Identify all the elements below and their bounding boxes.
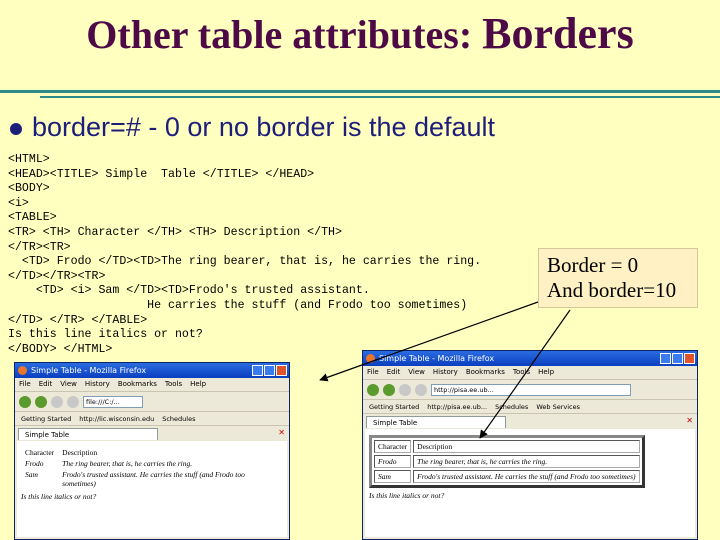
window-titlebar: Simple Table - Mozilla Firefox — [363, 351, 697, 366]
address-bar[interactable]: http://pisa.ee.ub... — [431, 383, 631, 396]
table-row: Frodo The ring bearer, that is, he carri… — [374, 455, 640, 468]
menu-edit[interactable]: Edit — [39, 380, 53, 388]
menu-bar: File Edit View History Bookmarks Tools Help — [15, 378, 289, 391]
menu-bookmarks[interactable]: Bookmarks — [118, 380, 157, 388]
note-line-1: Border = 0 — [547, 253, 639, 277]
table-cell: Frodo's trusted assistant. He carries th… — [62, 470, 245, 488]
slide-title: Other table attributes: Borders — [0, 8, 720, 59]
note-line-2: And border=10 — [547, 278, 677, 302]
table-row: Sam Frodo's trusted assistant. He carrie… — [21, 469, 283, 489]
maximize-button[interactable] — [672, 353, 683, 364]
address-bar[interactable]: file:///C:/... — [83, 395, 143, 408]
browser-window-border-0: Simple Table - Mozilla Firefox File Edit V… — [14, 362, 290, 540]
tab-label: Simple Table — [25, 431, 70, 439]
menu-file[interactable]: File — [367, 368, 379, 376]
table-header: Description — [413, 440, 640, 453]
back-button-icon[interactable] — [19, 395, 31, 408]
bookmark-item[interactable]: Schedules — [495, 403, 528, 411]
table-row: Character Description — [21, 447, 283, 458]
close-button[interactable] — [276, 365, 287, 376]
table-row: Sam Frodo's trusted assistant. He carrie… — [374, 470, 640, 483]
menu-history[interactable]: History — [85, 380, 110, 388]
menu-view[interactable]: View — [408, 368, 425, 376]
browser-window-border-10: Simple Table - Mozilla Firefox File Edit V… — [362, 350, 698, 540]
close-button[interactable] — [684, 353, 695, 364]
table-cell: Frodo's trusted assistant. He carries th… — [413, 470, 640, 483]
bookmark-item[interactable]: Getting Started — [369, 403, 419, 411]
bullet-text: 0 or no border is the default — [164, 112, 496, 142]
bookmark-item[interactable]: http://lic.wisconsin.edu — [79, 415, 154, 423]
forward-button-icon[interactable] — [383, 383, 395, 396]
title-rule-secondary — [40, 96, 720, 98]
menu-bookmarks[interactable]: Bookmarks — [466, 368, 505, 376]
bookmark-item[interactable]: http://pisa.ee.ub... — [427, 403, 487, 411]
menu-help[interactable]: Help — [538, 368, 554, 376]
table-cell: Frodo — [374, 455, 412, 468]
page-content: Character Description Frodo The ring bea… — [17, 441, 287, 537]
menu-view[interactable]: View — [60, 380, 77, 388]
table-cell: Sam — [25, 470, 38, 479]
title-rule — [0, 90, 720, 93]
table-cell: Frodo — [25, 459, 44, 468]
page-content: Character Description Frodo The ring bea… — [365, 429, 695, 537]
bookmark-item[interactable]: Getting Started — [21, 415, 71, 423]
tab-label: Simple Table — [373, 419, 418, 427]
table-header: Character — [25, 448, 55, 457]
slide-title-tail: Borders — [482, 9, 634, 58]
rendered-table-no-border: Character Description Frodo The ring bea… — [21, 447, 283, 489]
table-row: Character Description — [374, 440, 640, 453]
table-header: Description — [62, 448, 98, 457]
table-cell: The ring bearer, that is, he carries the… — [413, 455, 640, 468]
menu-tools[interactable]: Tools — [513, 368, 530, 376]
html-code-listing: <HTML> <HEAD><TITLE> Simple Table </TITL… — [8, 153, 482, 356]
menu-history[interactable]: History — [433, 368, 458, 376]
window-titlebar: Simple Table - Mozilla Firefox — [15, 363, 289, 378]
window-title: Simple Table - Mozilla Firefox — [379, 354, 495, 363]
bullet-code: border=# — [32, 112, 141, 142]
after-table-text: Is this line italics or not? — [369, 491, 445, 500]
minimize-button[interactable] — [660, 353, 671, 364]
bullet-dot-icon — [10, 122, 22, 135]
menu-help[interactable]: Help — [190, 380, 206, 388]
reload-button-icon[interactable] — [399, 383, 411, 396]
bookmarks-toolbar: Getting Started http://pisa.ee.ub... Sched… — [363, 399, 697, 413]
tab-simple-table[interactable]: Simple Table — [366, 416, 506, 428]
navigation-toolbar: file:///C:/... — [15, 391, 289, 411]
firefox-icon — [366, 354, 375, 363]
menu-bar: File Edit View History Bookmarks Tools Help — [363, 366, 697, 379]
table-cell: The ring bearer, that is, he carries the… — [62, 459, 193, 468]
table-cell: Sam — [374, 470, 412, 483]
after-table-text: Is this line italics or not? — [21, 492, 97, 501]
bookmark-item[interactable]: Web Services — [536, 403, 580, 411]
reload-button-icon[interactable] — [51, 395, 63, 408]
bullet-point: border=# - 0 or no border is the default — [10, 112, 495, 143]
home-button-icon[interactable] — [415, 383, 427, 396]
table-row: Frodo The ring bearer, that is, he carri… — [21, 458, 283, 469]
close-tab-icon[interactable]: ✕ — [278, 428, 285, 437]
tab-simple-table[interactable]: Simple Table — [18, 428, 158, 440]
bookmark-item[interactable]: Schedules — [162, 415, 195, 423]
window-title: Simple Table - Mozilla Firefox — [31, 366, 147, 375]
border-note: Border = 0 And border=10 — [538, 248, 698, 308]
home-button-icon[interactable] — [67, 395, 79, 408]
tab-bar: Simple Table ✕ — [363, 413, 697, 428]
maximize-button[interactable] — [264, 365, 275, 376]
table-header: Character — [374, 440, 412, 453]
slide-title-main: Other table attributes: — [86, 12, 483, 57]
close-tab-icon[interactable]: ✕ — [686, 416, 693, 425]
tab-bar: Simple Table ✕ — [15, 425, 289, 440]
menu-edit[interactable]: Edit — [387, 368, 401, 376]
menu-file[interactable]: File — [19, 380, 31, 388]
navigation-toolbar: http://pisa.ee.ub... — [363, 379, 697, 399]
forward-button-icon[interactable] — [35, 395, 47, 408]
firefox-icon — [18, 366, 27, 375]
bullet-dash: - — [140, 112, 165, 142]
minimize-button[interactable] — [252, 365, 263, 376]
menu-tools[interactable]: Tools — [165, 380, 182, 388]
rendered-table-border-10: Character Description Frodo The ring bea… — [369, 435, 645, 488]
back-button-icon[interactable] — [367, 383, 379, 396]
bookmarks-toolbar: Getting Started http://lic.wisconsin.edu S… — [15, 411, 289, 425]
